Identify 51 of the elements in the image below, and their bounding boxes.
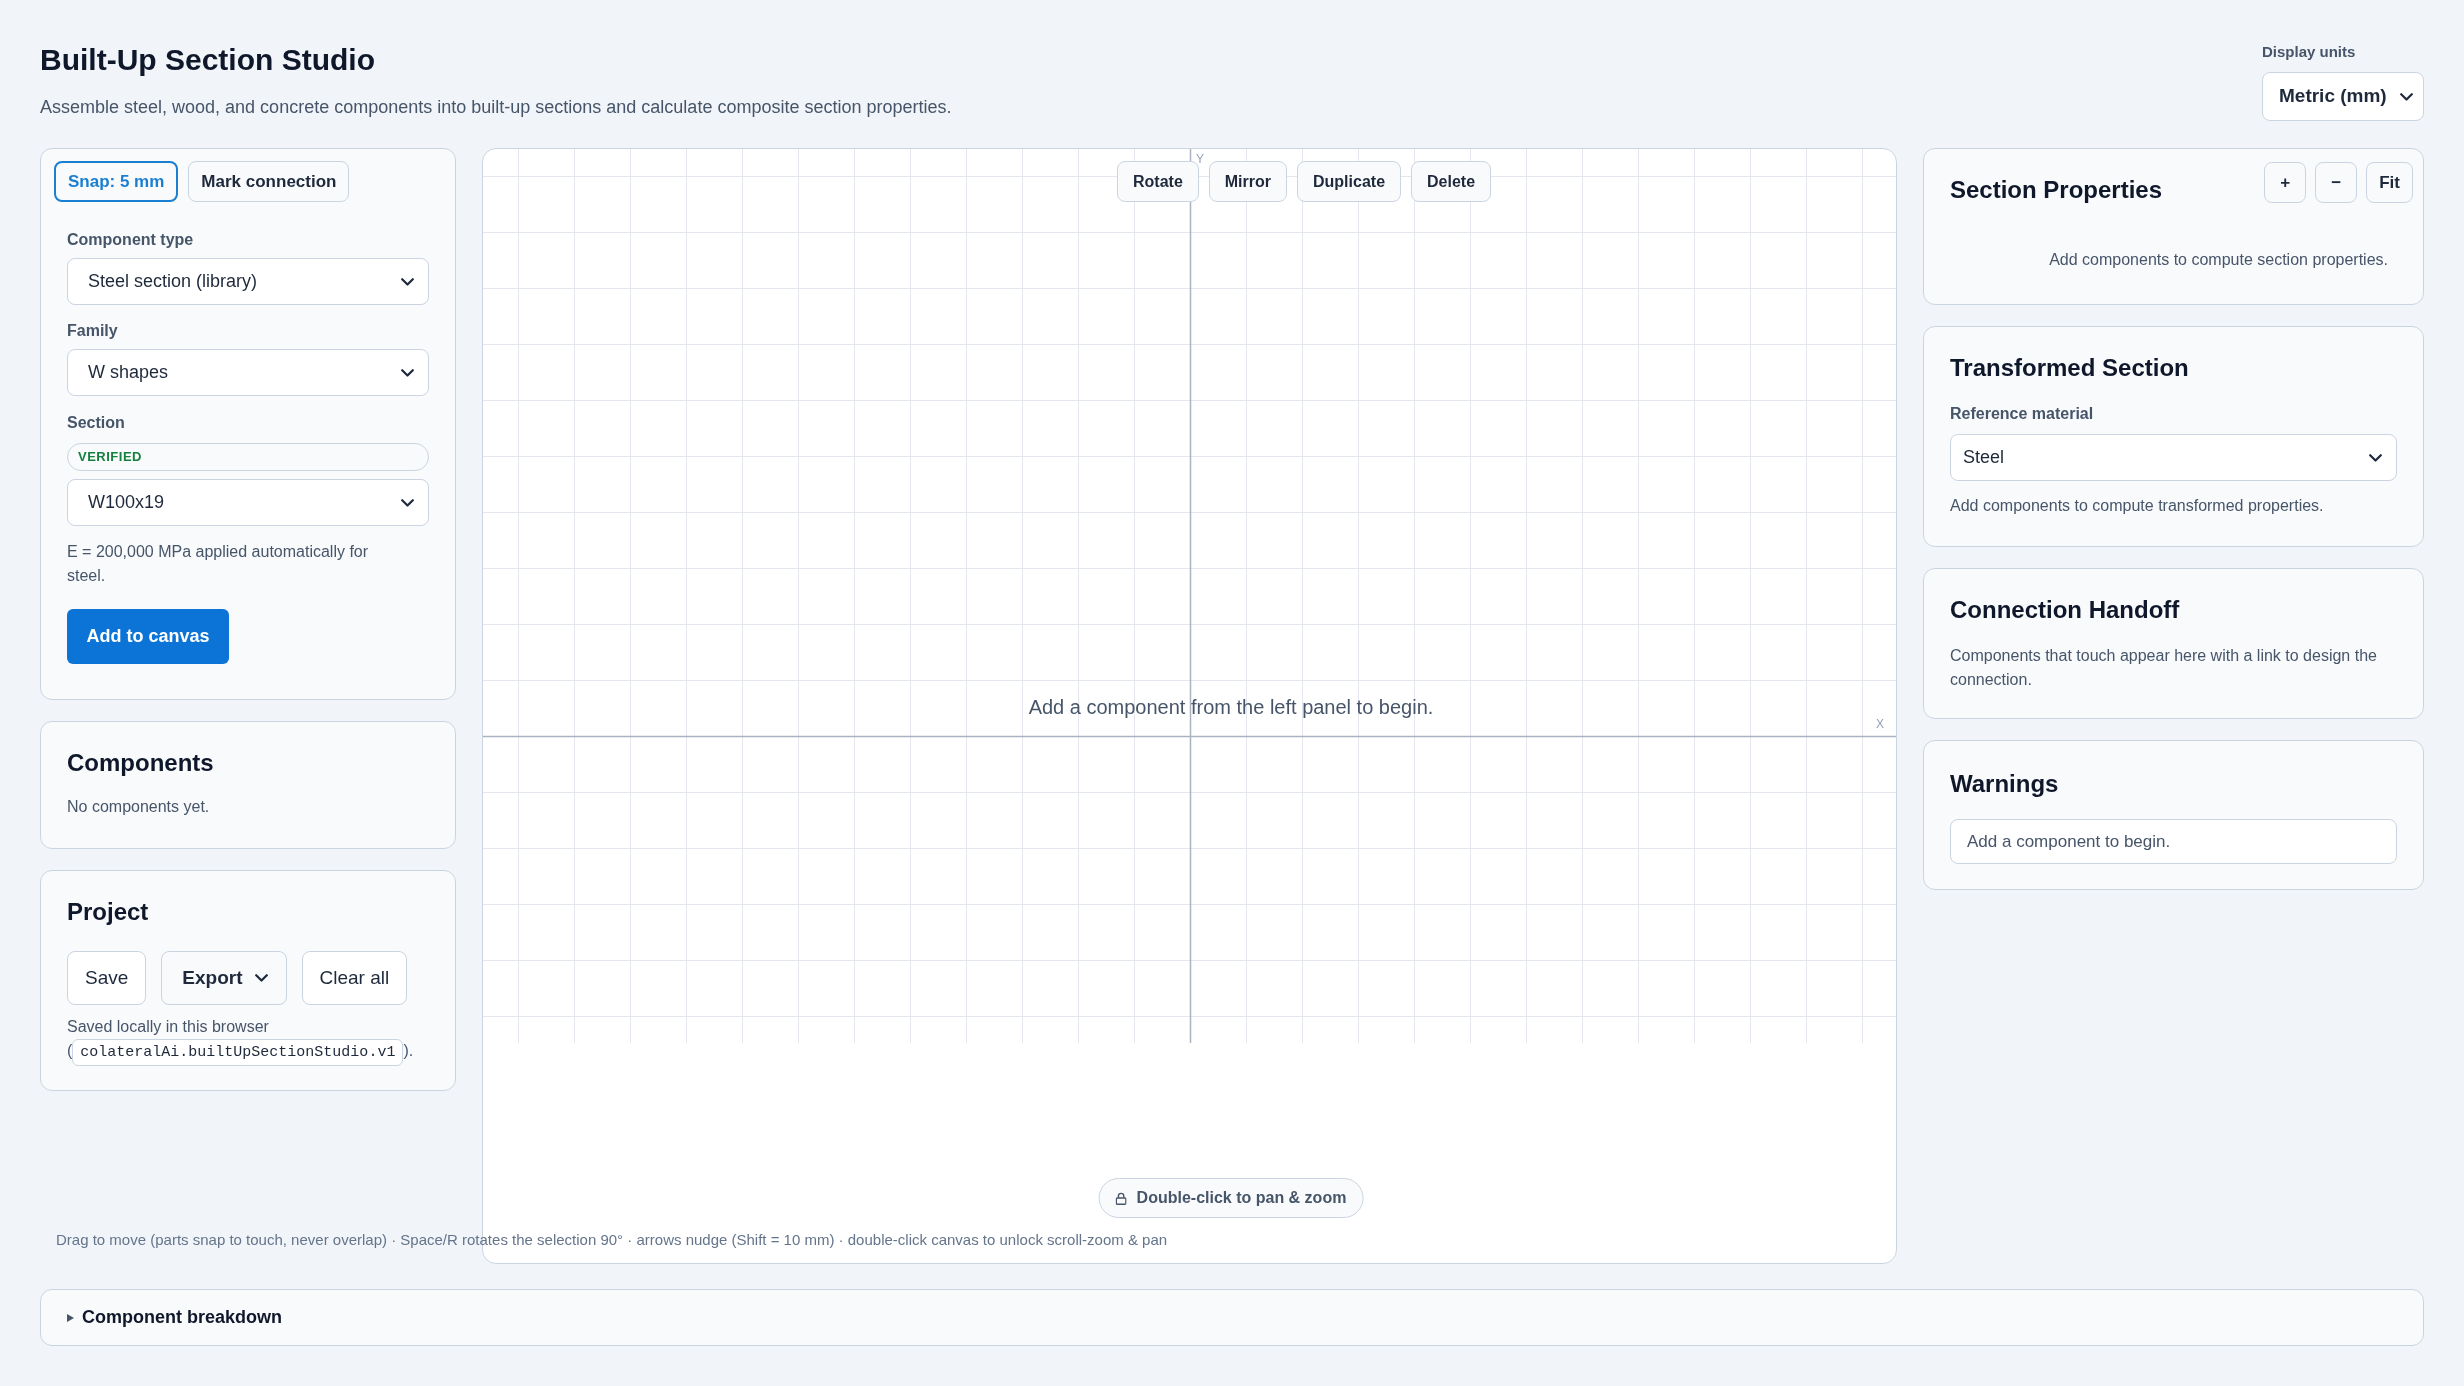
zoom-button[interactable]: Fit (2366, 162, 2413, 203)
chevron-down-icon (401, 368, 414, 377)
field-label: Reference material (1950, 404, 2095, 424)
empty-state-text: Add components to compute section properties. (2048, 250, 2388, 270)
select-field[interactable]: W100x19 (67, 479, 429, 526)
pan-zoom-button[interactable]: Double-click to pan & zoom (1098, 1178, 1364, 1218)
chevron-down-icon (401, 498, 414, 507)
field-label: Display units (2262, 42, 2356, 62)
warning-message: Add a component to begin. (1950, 819, 2397, 864)
lock-icon (1115, 1191, 1127, 1205)
select-field[interactable]: Steel (1950, 434, 2397, 481)
help-text: E = 200,000 MPa applied automatically for steel. (67, 542, 370, 586)
page-title: Built-Up Section Studio (40, 42, 376, 78)
chevron-down-icon (254, 974, 268, 982)
empty-state-text: No components yet. (67, 797, 211, 817)
project-button[interactable]: Save (67, 951, 147, 1005)
add-button[interactable]: Add to canvas (67, 609, 229, 664)
chevron-down-icon (401, 277, 414, 286)
chevron-down-icon (2400, 92, 2413, 101)
toolbar-button[interactable]: Delete (1411, 161, 1492, 202)
export-button[interactable]: Export (161, 951, 287, 1005)
empty-state-text: Add components to compute transformed properties. (1950, 496, 2325, 516)
toolbar-button[interactable]: Rotate (1117, 161, 1199, 202)
toggle-button[interactable]: Snap: 5 mm (54, 161, 179, 202)
status-badge: VERIFIED (67, 443, 429, 471)
panel-heading: Warnings (1950, 769, 2060, 799)
select-field[interactable]: Steel section (library) (67, 258, 429, 305)
field-label: Section (67, 413, 126, 433)
axis-label: X (1876, 718, 1884, 730)
chevron-down-icon (2369, 453, 2382, 462)
toolbar-button[interactable]: Duplicate (1297, 161, 1402, 202)
zoom-button[interactable]: + (2264, 162, 2307, 203)
select-field[interactable]: W shapes (67, 349, 429, 396)
field-label: Family (67, 321, 119, 341)
storage-note: Saved locally in this browser ( colateralAi.builtUpSectionStudio.v1 ). (67, 1015, 429, 1066)
panel-heading: Project (67, 897, 150, 927)
field-label: Component type (67, 230, 195, 250)
panel-heading: Section Properties (1950, 175, 2163, 205)
zoom-button[interactable]: − (2315, 162, 2358, 203)
description-text: Components that touch appear here with a link to design the connection. (1950, 646, 2378, 690)
disclosure-toggle[interactable]: Component breakdown (40, 1289, 2424, 1346)
panel-heading: Connection Handoff (1950, 595, 2181, 625)
project-button[interactable]: Clear all (301, 951, 408, 1005)
axis-label: Y (1196, 153, 1204, 165)
panel-heading: Components (67, 748, 215, 778)
units-select[interactable]: Metric (mm) (2262, 72, 2424, 121)
page-subtitle: Assemble steel, wood, and concrete components into built-up sections and calculate composite section properties. (40, 96, 952, 119)
panel-heading: Transformed Section (1950, 353, 2190, 383)
toggle-button[interactable]: Mark connection (188, 161, 350, 202)
toolbar-button[interactable]: Mirror (1208, 161, 1287, 202)
empty-state-text: Add a component from the left panel to begin. (1028, 695, 1434, 719)
